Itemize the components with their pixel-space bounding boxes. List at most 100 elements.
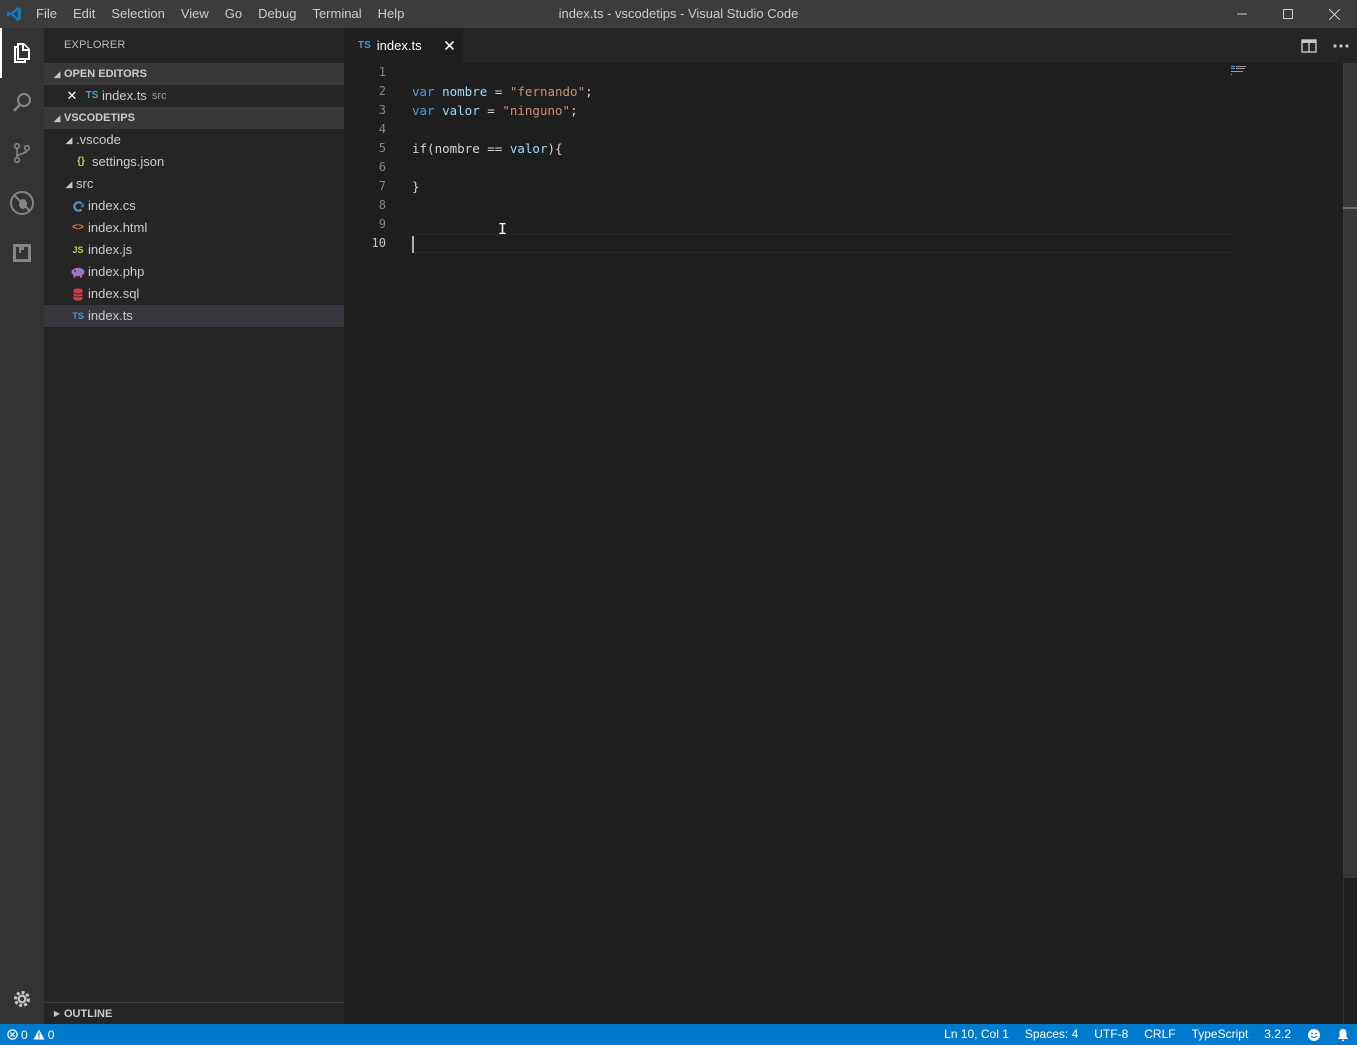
menu-edit[interactable]: Edit (65, 0, 103, 28)
variable-token: nombre (442, 84, 488, 99)
typescript-version-status[interactable]: 3.2.2 (1256, 1024, 1299, 1045)
files-icon (14, 43, 30, 63)
more-actions-button[interactable] (1325, 28, 1357, 63)
line-ending-status[interactable]: CRLF (1136, 1024, 1183, 1045)
current-line-number: 10 (371, 236, 386, 250)
tree-file-index-php[interactable]: index.php (44, 261, 344, 283)
tree-item-label: index.js (88, 242, 133, 257)
split-editor-icon (1301, 38, 1317, 53)
variable-token: valor (442, 103, 480, 118)
menu-debug[interactable]: Debug (250, 0, 304, 28)
notifications-button[interactable] (1329, 1028, 1357, 1042)
encoding-status[interactable]: UTF-8 (1086, 1024, 1136, 1045)
tree-file-index-sql[interactable]: index.sql (44, 283, 344, 305)
database-file-icon (70, 283, 86, 305)
menu-help[interactable]: Help (370, 0, 413, 28)
menu-file[interactable]: File (28, 0, 65, 28)
tab-index-ts[interactable]: TS index.ts (344, 28, 463, 63)
open-editor-item[interactable]: ✕ TS index.ts src (44, 85, 344, 107)
vertical-scrollbar[interactable] (1343, 63, 1357, 1024)
punctuation-token: ; (585, 84, 593, 99)
keyword-token: var (412, 84, 435, 99)
code-editor[interactable]: 1 2 3 4 5 6 7 8 9 10 var nombre = "ferna… (344, 63, 1357, 1024)
keyword-token: var (412, 103, 435, 118)
tree-item-label: index.html (88, 220, 148, 235)
more-icon (1333, 43, 1349, 48)
error-icon (7, 1029, 18, 1040)
cursor-position-marker (1343, 207, 1357, 209)
outline-header[interactable]: ▶ OUTLINE (44, 1003, 344, 1025)
split-editor-button[interactable] (1293, 28, 1325, 63)
minimap[interactable] (1231, 65, 1255, 77)
language-mode-status[interactable]: TypeScript (1184, 1024, 1257, 1045)
chevron-down-icon: ◢ (53, 113, 61, 123)
tab-label: index.ts (376, 38, 422, 53)
json-file-icon: {} (77, 156, 85, 167)
tab-close-button[interactable] (441, 37, 457, 53)
tree-file-settings-json[interactable]: {} settings.json (44, 151, 344, 173)
explorer-activity[interactable] (0, 28, 44, 78)
code-line: var nombre = "fernando"; (412, 82, 1234, 101)
gear-icon (14, 991, 30, 1007)
window-controls (1219, 0, 1357, 28)
ibeam-cursor-icon: I (498, 220, 508, 238)
warning-count: 0 (47, 1027, 55, 1042)
outline-section: ▶ OUTLINE (44, 1002, 344, 1024)
open-editors-header[interactable]: ◢ OPEN EDITORS (44, 63, 344, 85)
source-control-activity[interactable] (0, 128, 44, 178)
csharp-file-icon: # (70, 195, 86, 217)
source-control-icon (13, 142, 31, 164)
workspace-header[interactable]: ◢ VSCODETIPS (44, 107, 344, 129)
chevron-down-icon: ◢ (53, 69, 61, 79)
code-token: ){ (547, 141, 563, 156)
smiley-icon (1308, 1028, 1320, 1041)
string-token: "fernando" (509, 84, 586, 99)
tree-file-index-cs[interactable]: # index.cs (44, 195, 344, 217)
maximize-button[interactable] (1265, 0, 1311, 28)
close-icon[interactable]: ✕ (64, 85, 80, 107)
operator-token: = (479, 103, 503, 118)
minimize-button[interactable] (1219, 0, 1265, 28)
close-window-button[interactable] (1311, 0, 1357, 28)
tree-file-index-html[interactable]: <> index.html (44, 217, 344, 239)
php-file-icon (70, 261, 86, 283)
tree-file-index-ts[interactable]: TS index.ts (44, 305, 344, 327)
search-icon (13, 93, 31, 112)
chevron-down-icon: ◢ (65, 179, 73, 189)
menu-go[interactable]: Go (217, 0, 250, 28)
debug-activity[interactable] (0, 178, 44, 228)
indentation-status[interactable]: Spaces: 4 (1017, 1024, 1086, 1045)
typescript-file-icon: TS (358, 40, 371, 51)
error-count: 0 (21, 1027, 28, 1042)
tree-folder-src[interactable]: ◢ src (44, 173, 344, 195)
line-number-gutter: 1 2 3 4 5 6 7 8 9 10 (344, 63, 394, 253)
problems-status[interactable]: 0 0 (0, 1024, 54, 1045)
line-number: 5 (378, 141, 386, 155)
line-number: 8 (378, 198, 386, 212)
punctuation-token: ; (570, 103, 578, 118)
menu-terminal[interactable]: Terminal (304, 0, 369, 28)
tree-item-label: .vscode (76, 132, 121, 147)
explorer-sidebar: EXPLORER ◢ OPEN EDITORS ✕ TS index.ts sr… (44, 28, 344, 1024)
editor-tabs-bar: TS index.ts (344, 28, 1357, 63)
tree-file-index-js[interactable]: JS index.js (44, 239, 344, 261)
cursor-position-status[interactable]: Ln 10, Col 1 (936, 1024, 1017, 1045)
outline-label: OUTLINE (64, 1008, 113, 1020)
extensions-activity[interactable] (0, 228, 44, 278)
tree-folder-vscode[interactable]: ◢ .vscode (44, 129, 344, 151)
html-file-icon: <> (72, 222, 84, 233)
scrollbar-thumb[interactable] (1343, 63, 1357, 878)
tree-item-label: index.sql (88, 286, 140, 301)
search-activity[interactable] (0, 78, 44, 128)
code-area[interactable]: var nombre = "fernando"; var valor = "ni… (412, 63, 1234, 253)
feedback-button[interactable] (1299, 1028, 1329, 1042)
manage-activity[interactable] (0, 974, 44, 1024)
svg-text:#: # (80, 203, 84, 209)
menu-selection[interactable]: Selection (103, 0, 172, 28)
chevron-right-icon: ▶ (53, 1009, 61, 1018)
menu-view[interactable]: View (173, 0, 217, 28)
bell-icon (1338, 1028, 1348, 1041)
title-bar: File Edit Selection View Go Debug Termin… (0, 0, 1357, 28)
editor-actions (1293, 28, 1357, 63)
